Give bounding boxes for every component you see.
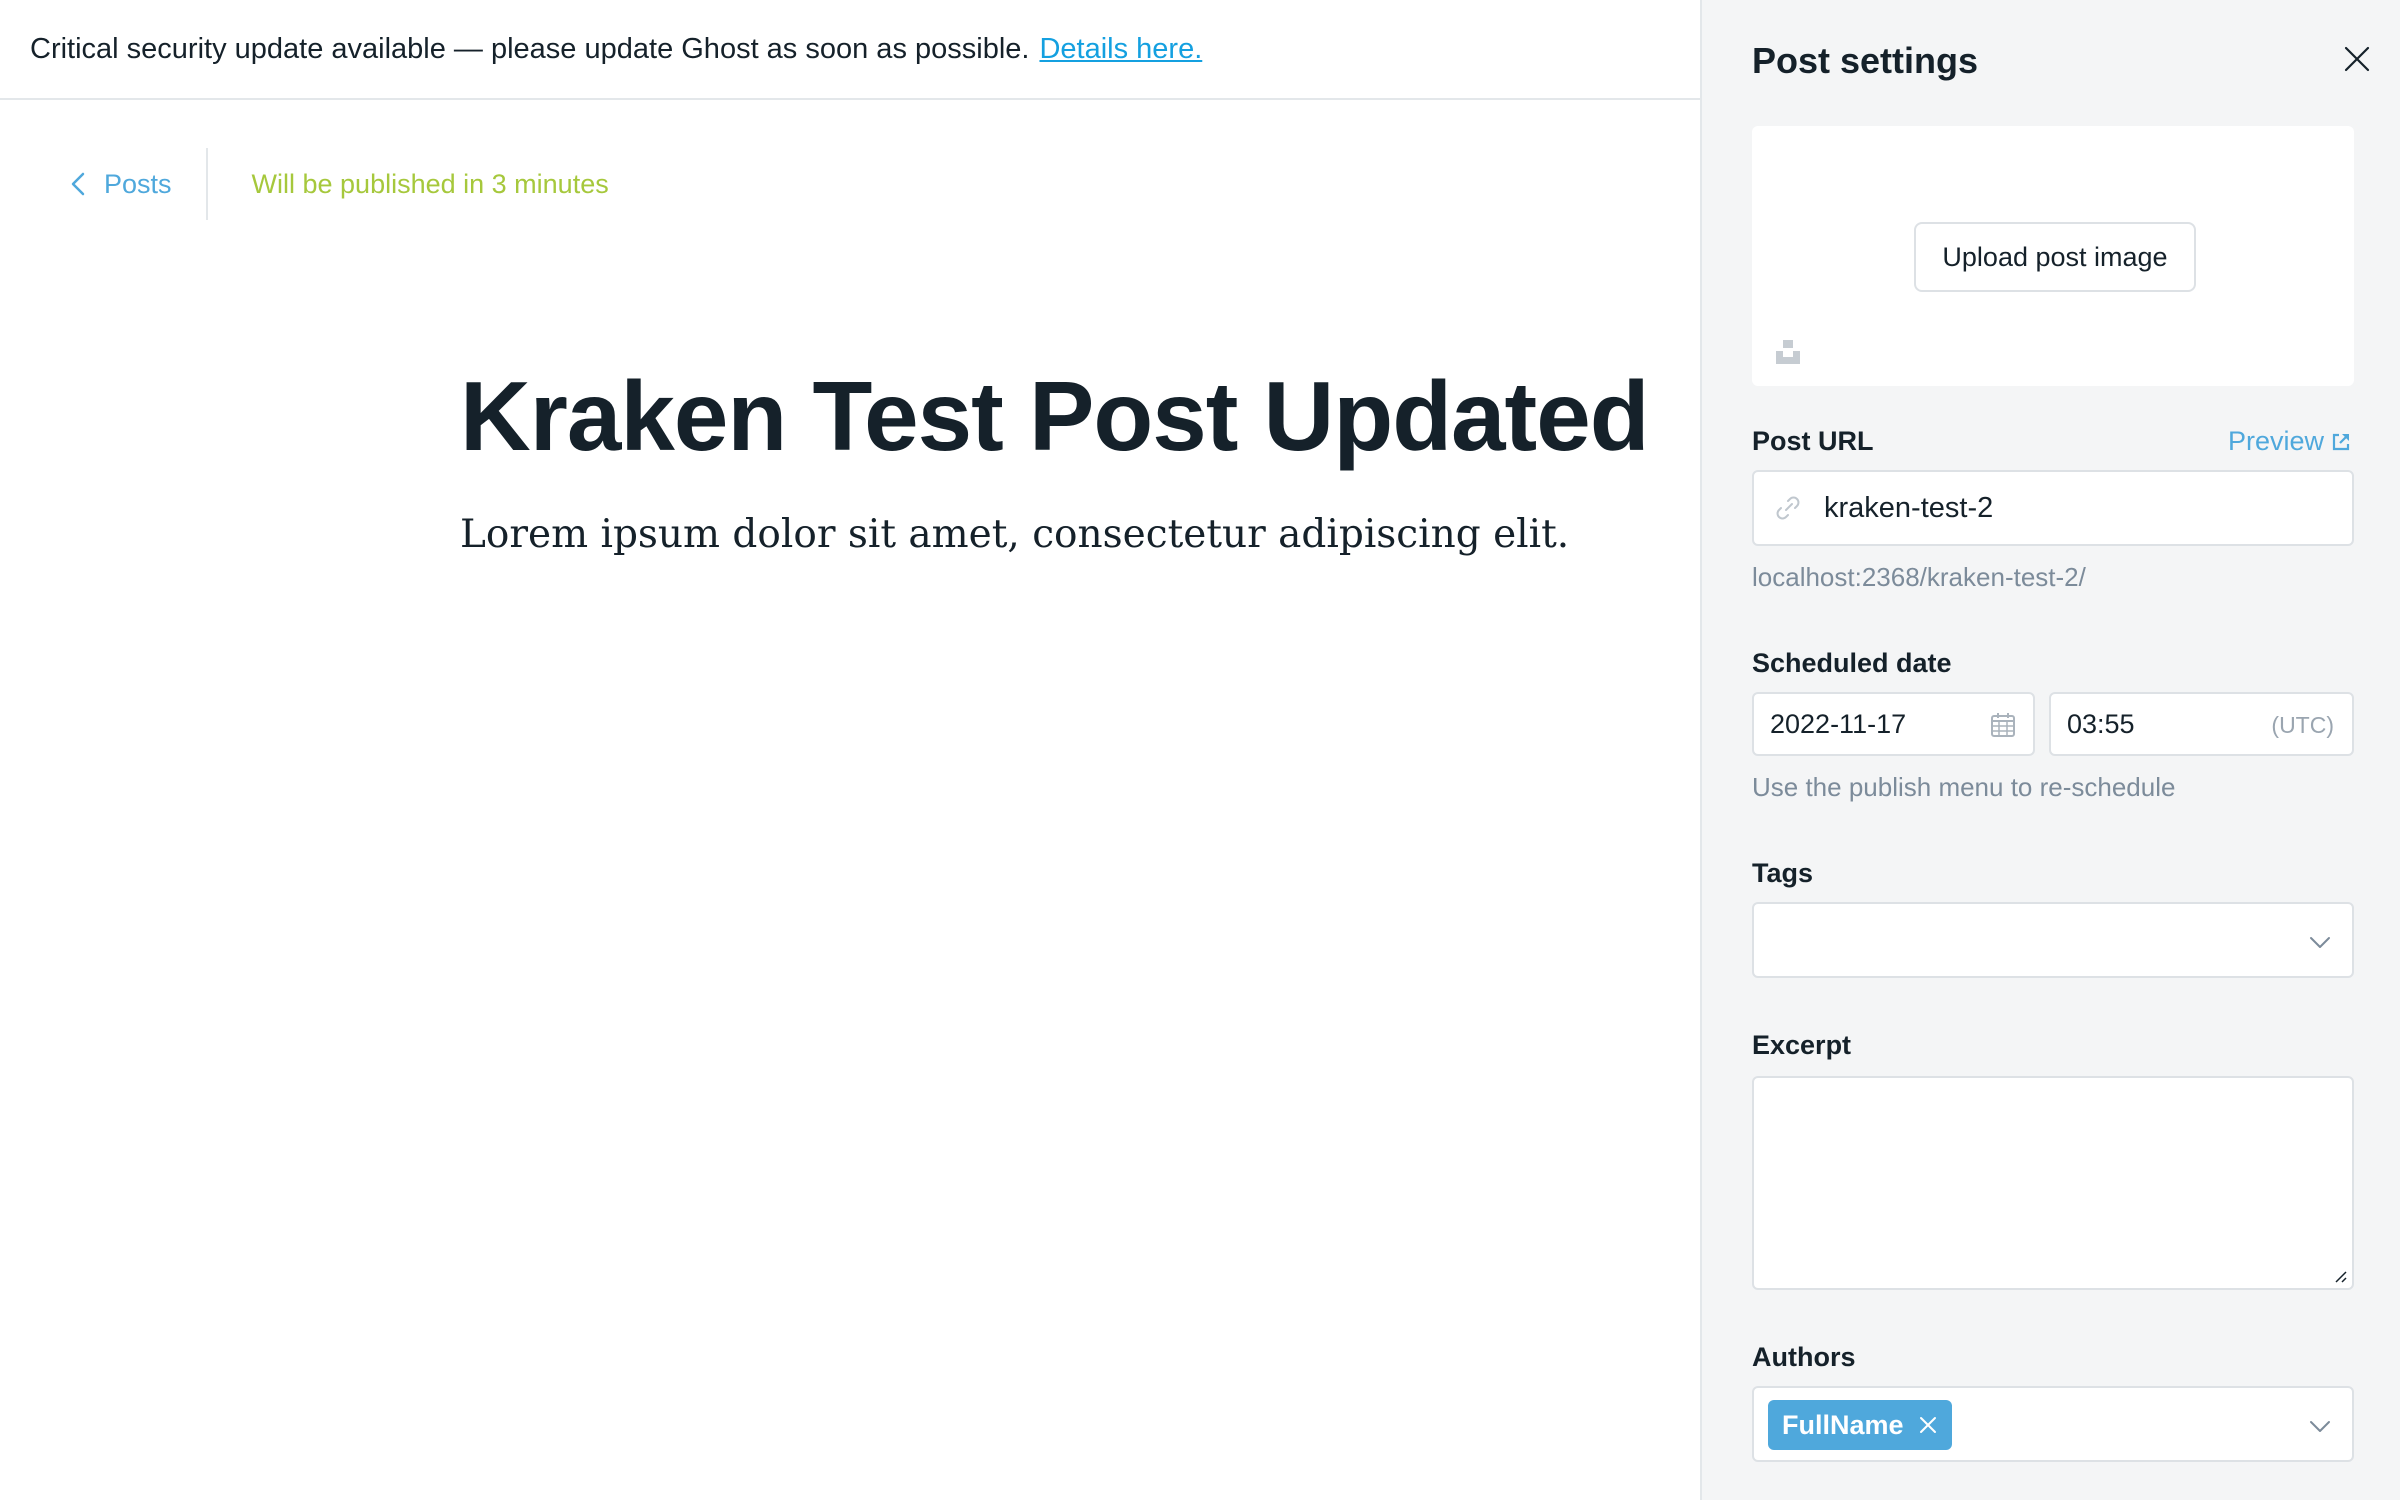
upload-post-image-button[interactable]: Upload post image bbox=[1914, 222, 2196, 292]
tags-label: Tags bbox=[1752, 858, 1814, 888]
author-chip-label: FullName bbox=[1782, 1409, 1904, 1440]
alert-message: Critical security update available — ple… bbox=[30, 32, 1030, 65]
post-title[interactable]: Kraken Test Post Updated bbox=[460, 360, 1650, 473]
editor-area: Critical security update available — ple… bbox=[0, 0, 1700, 1500]
post-full-url: localhost:2368/kraken-test-2/ bbox=[1752, 562, 2086, 592]
excerpt-textarea[interactable] bbox=[1752, 1076, 2354, 1290]
post-url-label: Post URL bbox=[1752, 426, 1874, 456]
scheduled-time-value: 03:55 bbox=[2067, 708, 2135, 739]
close-icon bbox=[2344, 46, 2370, 72]
chevron-left-icon bbox=[71, 172, 85, 196]
authors-select[interactable]: FullName bbox=[1752, 1386, 2354, 1462]
scheduled-date-value: 2022-11-17 bbox=[1770, 708, 1907, 739]
post-url-input[interactable]: kraken-test-2 bbox=[1752, 470, 2354, 546]
scheduled-time-input[interactable]: 03:55 (UTC) bbox=[2049, 692, 2354, 756]
alert-details-link[interactable]: Details here. bbox=[1039, 33, 1202, 66]
timezone-label: (UTC) bbox=[2271, 712, 2334, 738]
chevron-down-icon bbox=[2310, 1421, 2330, 1432]
link-icon bbox=[1776, 496, 1800, 520]
preview-link-label: Preview bbox=[2228, 426, 2325, 456]
panel-title: Post settings bbox=[1752, 40, 1979, 81]
unsplash-icon[interactable] bbox=[1774, 338, 1802, 366]
excerpt-label: Excerpt bbox=[1752, 1030, 1852, 1060]
close-settings-button[interactable] bbox=[2342, 44, 2372, 74]
calendar-icon bbox=[1991, 713, 2015, 737]
external-link-icon bbox=[2332, 433, 2350, 450]
post-body[interactable]: Lorem ipsum dolor sit amet, consectetur … bbox=[460, 512, 1569, 557]
post-image-uploader: Upload post image bbox=[1752, 126, 2354, 386]
reschedule-helper: Use the publish menu to re-schedule bbox=[1752, 772, 2176, 802]
publish-status: Will be published in 3 minutes bbox=[251, 168, 609, 199]
tags-select[interactable] bbox=[1752, 902, 2354, 978]
editor-header: Posts Will be published in 3 minutes bbox=[0, 148, 609, 220]
author-chip[interactable]: FullName bbox=[1768, 1400, 1952, 1450]
security-alert-bar: Critical security update available — ple… bbox=[0, 0, 1700, 100]
back-link-label: Posts bbox=[104, 168, 172, 199]
post-settings-panel: Post settings Upload post image Post URL… bbox=[1700, 0, 2400, 1500]
post-url-value: kraken-test-2 bbox=[1824, 491, 1994, 524]
scheduled-date-input[interactable]: 2022-11-17 bbox=[1752, 692, 2035, 756]
resize-handle-icon[interactable] bbox=[2332, 1268, 2348, 1284]
authors-label: Authors bbox=[1752, 1342, 1856, 1372]
scheduled-date-label: Scheduled date bbox=[1752, 648, 1952, 678]
chevron-down-icon bbox=[2310, 937, 2330, 948]
remove-author-icon[interactable] bbox=[1918, 1415, 1938, 1435]
back-to-posts-link[interactable]: Posts bbox=[0, 148, 208, 220]
preview-link[interactable]: Preview bbox=[2228, 426, 2350, 457]
